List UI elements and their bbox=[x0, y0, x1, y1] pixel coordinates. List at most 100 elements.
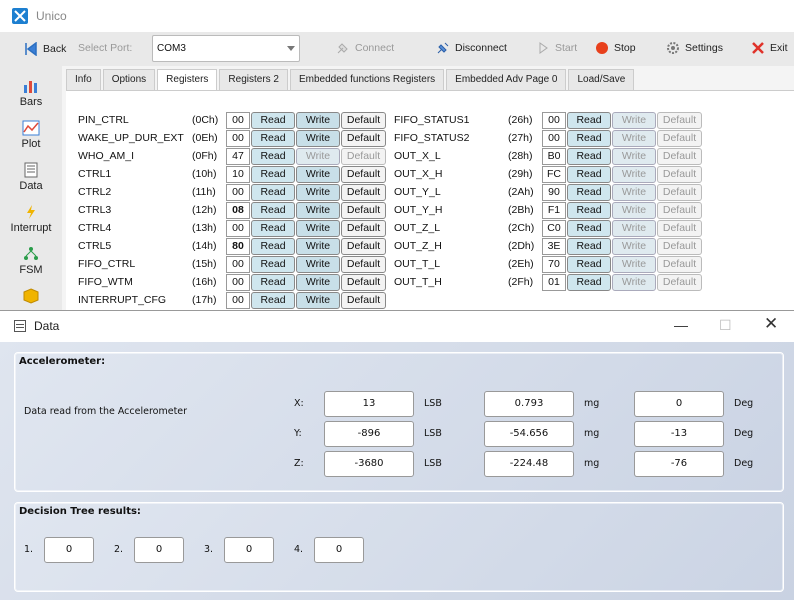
read-button[interactable]: Read bbox=[567, 220, 611, 237]
register-value-field[interactable]: 00 bbox=[226, 292, 250, 309]
stop-button[interactable]: Stop bbox=[589, 41, 642, 55]
mg-value-field[interactable]: -224.48 bbox=[484, 451, 574, 477]
deg-value-field[interactable]: -13 bbox=[634, 421, 724, 447]
default-button[interactable]: Default bbox=[341, 166, 386, 183]
register-value-field[interactable]: 00 bbox=[226, 220, 250, 237]
default-button[interactable]: Default bbox=[341, 148, 386, 165]
write-button[interactable]: Write bbox=[296, 112, 340, 129]
mg-value-field[interactable]: -54.656 bbox=[484, 421, 574, 447]
read-button[interactable]: Read bbox=[251, 220, 295, 237]
read-button[interactable]: Read bbox=[251, 274, 295, 291]
lsb-value-field[interactable]: -896 bbox=[324, 421, 414, 447]
default-button[interactable]: Default bbox=[657, 148, 702, 165]
register-value-field[interactable]: 00 bbox=[542, 112, 566, 129]
write-button[interactable]: Write bbox=[296, 202, 340, 219]
read-button[interactable]: Read bbox=[251, 292, 295, 309]
minimize-icon[interactable]: — bbox=[674, 317, 688, 333]
disconnect-button[interactable]: Disconnect bbox=[430, 41, 513, 55]
decision-tree-value-field[interactable]: 0 bbox=[44, 537, 94, 563]
default-button[interactable]: Default bbox=[341, 130, 386, 147]
default-button[interactable]: Default bbox=[341, 238, 386, 255]
read-button[interactable]: Read bbox=[567, 148, 611, 165]
deg-value-field[interactable]: -76 bbox=[634, 451, 724, 477]
read-button[interactable]: Read bbox=[567, 256, 611, 273]
read-button[interactable]: Read bbox=[567, 202, 611, 219]
lsb-value-field[interactable]: 13 bbox=[324, 391, 414, 417]
default-button[interactable]: Default bbox=[657, 112, 702, 129]
default-button[interactable]: Default bbox=[341, 256, 386, 273]
read-button[interactable]: Read bbox=[251, 238, 295, 255]
exit-button[interactable]: Exit bbox=[745, 41, 794, 55]
read-button[interactable]: Read bbox=[567, 238, 611, 255]
settings-button[interactable]: Settings bbox=[660, 41, 729, 55]
default-button[interactable]: Default bbox=[341, 292, 386, 309]
read-button[interactable]: Read bbox=[567, 274, 611, 291]
read-button[interactable]: Read bbox=[567, 112, 611, 129]
write-button[interactable]: Write bbox=[296, 292, 340, 309]
register-value-field[interactable]: 00 bbox=[226, 184, 250, 201]
write-button[interactable]: Write bbox=[612, 238, 656, 255]
default-button[interactable]: Default bbox=[657, 274, 702, 291]
write-button[interactable]: Write bbox=[612, 274, 656, 291]
write-button[interactable]: Write bbox=[612, 184, 656, 201]
write-button[interactable]: Write bbox=[612, 256, 656, 273]
default-button[interactable]: Default bbox=[657, 184, 702, 201]
default-button[interactable]: Default bbox=[657, 202, 702, 219]
read-button[interactable]: Read bbox=[251, 166, 295, 183]
default-button[interactable]: Default bbox=[657, 166, 702, 183]
default-button[interactable]: Default bbox=[657, 238, 702, 255]
write-button[interactable]: Write bbox=[296, 148, 340, 165]
register-value-field[interactable]: 00 bbox=[226, 112, 250, 129]
tab-info[interactable]: Info bbox=[66, 69, 101, 90]
tab-load-save[interactable]: Load/Save bbox=[568, 69, 635, 90]
sidebar-item-plot[interactable]: Plot bbox=[0, 120, 62, 150]
default-button[interactable]: Default bbox=[657, 130, 702, 147]
register-value-field[interactable]: 00 bbox=[226, 274, 250, 291]
default-button[interactable]: Default bbox=[341, 274, 386, 291]
write-button[interactable]: Write bbox=[612, 202, 656, 219]
register-value-field[interactable]: 47 bbox=[226, 148, 250, 165]
register-value-field[interactable]: 90 bbox=[542, 184, 566, 201]
register-value-field[interactable]: C0 bbox=[542, 220, 566, 237]
register-value-field[interactable]: F1 bbox=[542, 202, 566, 219]
write-button[interactable]: Write bbox=[296, 220, 340, 237]
write-button[interactable]: Write bbox=[296, 238, 340, 255]
sidebar-item-bars[interactable]: Bars bbox=[0, 78, 62, 108]
sidebar-item-data[interactable]: Data bbox=[0, 162, 62, 192]
register-value-field[interactable]: 08 bbox=[226, 202, 250, 219]
write-button[interactable]: Write bbox=[296, 130, 340, 147]
write-button[interactable]: Write bbox=[612, 166, 656, 183]
tab-registers[interactable]: Registers bbox=[157, 69, 218, 91]
default-button[interactable]: Default bbox=[657, 220, 702, 237]
lsb-value-field[interactable]: -3680 bbox=[324, 451, 414, 477]
default-button[interactable]: Default bbox=[341, 202, 386, 219]
port-select[interactable]: COM3 bbox=[152, 35, 300, 62]
write-button[interactable]: Write bbox=[296, 274, 340, 291]
write-button[interactable]: Write bbox=[296, 256, 340, 273]
register-value-field[interactable]: 3E bbox=[542, 238, 566, 255]
register-value-field[interactable]: 70 bbox=[542, 256, 566, 273]
tab-embedded-functions-registers[interactable]: Embedded functions Registers bbox=[289, 69, 445, 90]
default-button[interactable]: Default bbox=[341, 184, 386, 201]
decision-tree-value-field[interactable]: 0 bbox=[134, 537, 184, 563]
write-button[interactable]: Write bbox=[612, 220, 656, 237]
write-button[interactable]: Write bbox=[612, 130, 656, 147]
register-value-field[interactable]: 00 bbox=[226, 256, 250, 273]
write-button[interactable]: Write bbox=[296, 184, 340, 201]
read-button[interactable]: Read bbox=[567, 184, 611, 201]
mg-value-field[interactable]: 0.793 bbox=[484, 391, 574, 417]
write-button[interactable]: Write bbox=[612, 148, 656, 165]
read-button[interactable]: Read bbox=[251, 202, 295, 219]
write-button[interactable]: Write bbox=[296, 166, 340, 183]
register-value-field[interactable]: 01 bbox=[542, 274, 566, 291]
connect-button[interactable]: Connect bbox=[330, 41, 400, 55]
default-button[interactable]: Default bbox=[341, 220, 386, 237]
read-button[interactable]: Read bbox=[251, 112, 295, 129]
read-button[interactable]: Read bbox=[567, 166, 611, 183]
sidebar-item-fsm[interactable]: FSM bbox=[0, 246, 62, 276]
read-button[interactable]: Read bbox=[251, 184, 295, 201]
register-value-field[interactable]: 00 bbox=[542, 130, 566, 147]
register-value-field[interactable]: 10 bbox=[226, 166, 250, 183]
start-button[interactable]: Start bbox=[530, 41, 583, 55]
read-button[interactable]: Read bbox=[251, 256, 295, 273]
